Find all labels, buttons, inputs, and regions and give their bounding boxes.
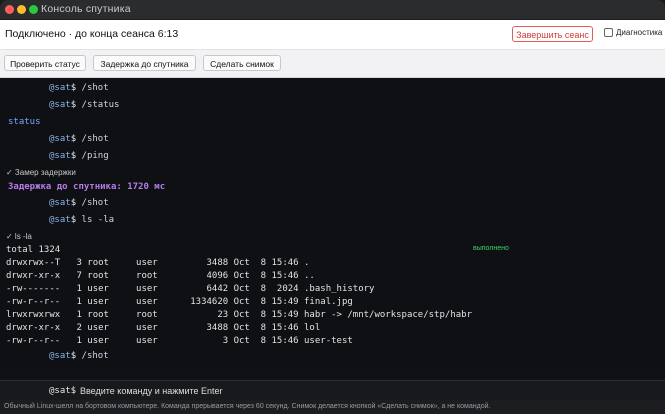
console-window: Консоль спутника Подключено · до конца с… bbox=[0, 0, 665, 400]
ls-row: lrwxrwxrwx 1 root root 23 Oct 8 15:49 ha… bbox=[6, 310, 472, 320]
prompt-command: /ping bbox=[81, 151, 109, 161]
prompt-command: /shot bbox=[81, 83, 109, 93]
close-window-icon[interactable] bbox=[5, 5, 14, 14]
task-ok-line: ✓ ls -la bbox=[6, 232, 32, 241]
prompt-user: @sat bbox=[49, 151, 71, 161]
ls-row: drwxrwx--T 3 root user 3488 Oct 8 15:46 … bbox=[6, 258, 310, 268]
prompt-user: @sat bbox=[49, 198, 71, 208]
ls-row: -rw-r--r-- 1 user user 1334620 Oct 8 15:… bbox=[6, 297, 353, 307]
status-output: status bbox=[8, 117, 41, 127]
terminal-output[interactable]: выполнено @sat$ /shot @sat$ /status status… bbox=[0, 78, 665, 374]
input-prompt: @sat$ bbox=[49, 386, 77, 396]
window-title: Консоль спутника bbox=[41, 3, 131, 15]
terminal-prompt-line: @sat$ ls -la bbox=[49, 215, 114, 225]
terminal-prompt-line: @sat$ /shot bbox=[49, 134, 109, 144]
check-status-button[interactable]: Проверить статус bbox=[4, 55, 86, 71]
prompt-command: /shot bbox=[81, 351, 109, 361]
terminal-prompt-line: @sat$ /shot bbox=[49, 83, 109, 93]
terminal-prompt-line: @sat$ /shot bbox=[49, 351, 109, 361]
ls-total: total 1324 bbox=[6, 245, 61, 255]
terminal-prompt-line: @sat$ /status bbox=[49, 100, 119, 110]
diagnostics-label: Диагностика bbox=[616, 28, 663, 37]
prompt-command: ls -la bbox=[81, 215, 115, 225]
prompt-user: @sat bbox=[49, 351, 71, 361]
command-bar: @sat$ bbox=[0, 380, 665, 400]
action-toolbar: Проверить статус Задержка до спутника Сд… bbox=[0, 50, 665, 78]
end-session-button[interactable]: Завершить сеанс bbox=[512, 26, 593, 42]
zoom-window-icon[interactable] bbox=[29, 5, 38, 14]
take-snapshot-button[interactable]: Сделать снимок bbox=[203, 55, 281, 71]
prompt-user: @sat bbox=[49, 100, 71, 110]
prompt-separator: $ bbox=[70, 134, 82, 144]
connection-status: Подключено · до конца сеанса 6:13 bbox=[5, 28, 179, 40]
prompt-user: @sat bbox=[49, 134, 71, 144]
latency-result: Задержка до спутника: 1720 мс bbox=[8, 182, 166, 192]
prompt-separator: $ bbox=[70, 151, 82, 161]
command-input[interactable] bbox=[80, 384, 640, 398]
done-badge: выполнено bbox=[473, 245, 509, 252]
prompt-command: /shot bbox=[81, 134, 109, 144]
prompt-separator: $ bbox=[70, 83, 82, 93]
prompt-separator: $ bbox=[70, 351, 82, 361]
prompt-user: @sat bbox=[49, 215, 71, 225]
footer-hint: Обычный Linux-шелл на бортовом компьютер… bbox=[0, 400, 665, 414]
diagnostics-toggle[interactable]: Диагностика bbox=[604, 28, 662, 37]
ls-row: -rw------- 1 user user 6442 Oct 8 2024 .… bbox=[6, 284, 375, 294]
prompt-command: /shot bbox=[81, 198, 109, 208]
prompt-separator: $ bbox=[70, 215, 82, 225]
prompt-separator: $ bbox=[70, 100, 82, 110]
prompt-user: @sat bbox=[49, 83, 71, 93]
prompt-separator: $ bbox=[70, 198, 82, 208]
ls-row: drwxr-xr-x 7 root root 4096 Oct 8 15:46 … bbox=[6, 271, 315, 281]
title-bar: Консоль спутника bbox=[0, 0, 665, 20]
task-ok-line: ✓ Замер задержки bbox=[6, 168, 76, 177]
minimize-window-icon[interactable] bbox=[17, 5, 26, 14]
ls-row: drwxr-xr-x 2 user user 3488 Oct 8 15:46 … bbox=[6, 323, 321, 333]
latency-button[interactable]: Задержка до спутника bbox=[93, 55, 196, 71]
prompt-command: /status bbox=[81, 100, 120, 110]
connection-bar: Подключено · до конца сеанса 6:13 Заверш… bbox=[0, 20, 665, 50]
diagnostics-checkbox[interactable] bbox=[604, 28, 613, 37]
terminal-prompt-line: @sat$ /shot bbox=[49, 198, 109, 208]
ls-row: -rw-r--r-- 1 user user 3 Oct 8 15:46 use… bbox=[6, 336, 353, 346]
terminal-prompt-line: @sat$ /ping bbox=[49, 151, 109, 161]
